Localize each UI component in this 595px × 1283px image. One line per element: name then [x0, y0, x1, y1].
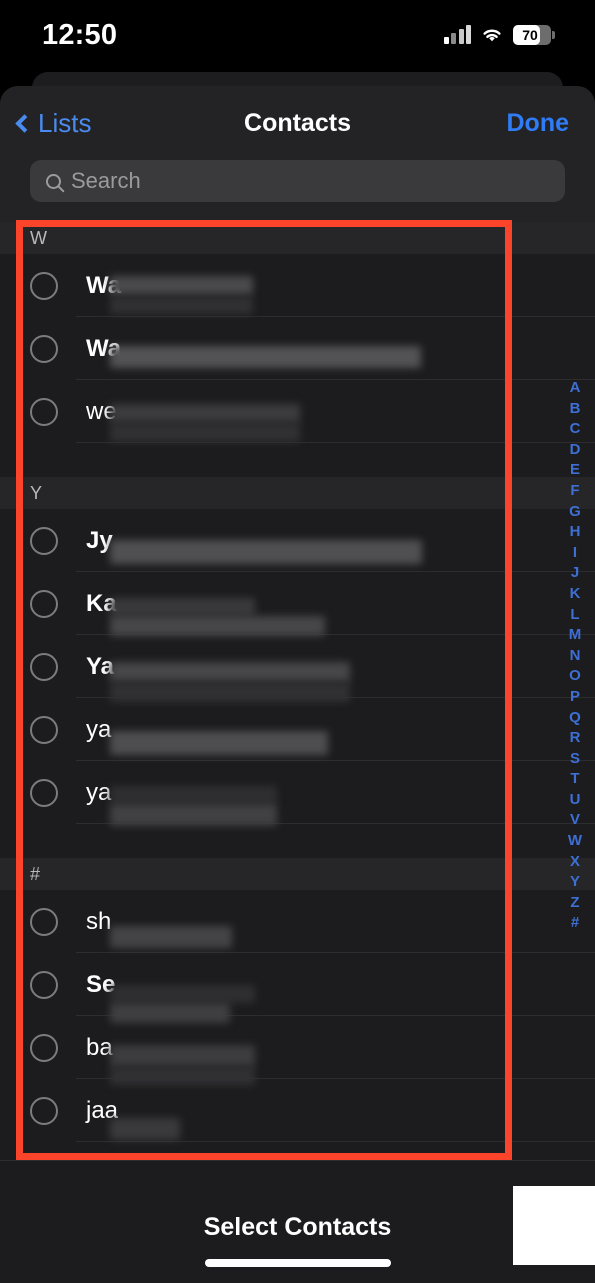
alphabet-index-letter[interactable]: X: [570, 852, 580, 873]
contact-name: Jy: [86, 526, 113, 554]
contact-row[interactable]: Jy: [0, 509, 595, 572]
alphabet-index-letter[interactable]: P: [570, 687, 580, 708]
alphabet-index-letter[interactable]: Z: [570, 893, 579, 914]
section-spacer: [0, 824, 595, 858]
contact-row[interactable]: ya: [0, 698, 595, 761]
contacts-sheet: Lists Contacts Done Search W Wa Wa we Y Jy Ka Y…: [0, 86, 595, 1283]
alphabet-index-letter[interactable]: O: [569, 666, 581, 687]
contact-row[interactable]: Wa: [0, 254, 595, 317]
section-header: #: [0, 858, 595, 890]
footer-bar: Select Contacts: [0, 1160, 595, 1283]
alphabet-index-letter[interactable]: E: [570, 460, 580, 481]
contact-checkbox-circle-icon[interactable]: [30, 652, 58, 681]
alphabet-index-letter[interactable]: C: [570, 419, 581, 440]
contact-row[interactable]: Ya: [0, 635, 595, 698]
alphabet-index-letter[interactable]: D: [570, 440, 581, 461]
section-header: W: [0, 222, 595, 254]
alphabet-index-letter[interactable]: A: [570, 378, 581, 399]
alphabet-index-letter[interactable]: U: [570, 790, 581, 811]
section-header: Y: [0, 477, 595, 509]
contact-checkbox-circle-icon[interactable]: [30, 271, 58, 300]
alphabet-index-letter[interactable]: Y: [570, 872, 580, 893]
contact-name: Ya: [86, 652, 115, 680]
contact-row[interactable]: we: [0, 380, 595, 443]
search-placeholder: Search: [71, 168, 141, 193]
alphabet-index-letter[interactable]: I: [573, 543, 577, 564]
contact-row[interactable]: ya: [0, 761, 595, 824]
contact-name: ya: [86, 715, 112, 743]
cellular-bars-icon: [443, 25, 471, 44]
contact-row[interactable]: sh: [0, 890, 595, 953]
alphabet-index-letter[interactable]: T: [570, 769, 579, 790]
contact-name: Wa: [86, 334, 122, 362]
contact-checkbox-circle-icon[interactable]: [30, 1033, 58, 1062]
alphabet-index-letter[interactable]: #: [571, 913, 579, 934]
alphabet-index-letter[interactable]: L: [570, 605, 579, 626]
contact-row[interactable]: Wa: [0, 317, 595, 380]
wifi-icon: [483, 29, 501, 42]
battery-level-text: 70: [522, 27, 538, 43]
contact-checkbox-circle-icon[interactable]: [30, 907, 58, 936]
alphabet-index-letter[interactable]: B: [570, 399, 581, 420]
contact-name: Ka: [86, 589, 117, 617]
home-indicator: [204, 1259, 391, 1267]
contact-name: ya: [86, 778, 112, 806]
contact-name: sh: [86, 907, 112, 935]
search-icon: [46, 173, 61, 189]
status-time: 12:50: [42, 18, 118, 51]
section-spacer: [0, 443, 595, 477]
footer-title: Select Contacts: [203, 1213, 392, 1241]
contact-row[interactable]: ba: [0, 1016, 595, 1079]
battery-icon: 70: [513, 25, 555, 45]
contact-checkbox-circle-icon[interactable]: [30, 715, 58, 744]
alphabet-index-letter[interactable]: M: [569, 625, 582, 646]
contact-name: jaa: [86, 1096, 119, 1124]
alphabet-index-letter[interactable]: H: [570, 522, 581, 543]
contact-checkbox-circle-icon[interactable]: [30, 526, 58, 555]
white-overlay-box: [513, 1186, 595, 1265]
alphabet-index-letter[interactable]: W: [568, 831, 582, 852]
alphabet-index-letter[interactable]: G: [569, 502, 581, 523]
alphabet-index-letter[interactable]: Q: [569, 708, 581, 729]
contact-checkbox-circle-icon[interactable]: [30, 778, 58, 807]
alphabet-index-letter[interactable]: V: [570, 810, 580, 831]
alphabet-index-letter[interactable]: S: [570, 749, 580, 770]
alphabet-index-letter[interactable]: K: [570, 584, 581, 605]
phone-screen: 12:50 70 Lists Contacts Done Search W Wa…: [0, 0, 595, 1283]
alphabet-index-letter[interactable]: F: [570, 481, 579, 502]
alphabet-index-letter[interactable]: J: [571, 563, 579, 584]
contact-row[interactable]: jaa: [0, 1079, 595, 1142]
navigation-bar: Lists Contacts Done: [0, 86, 595, 160]
contact-name: we: [86, 397, 117, 425]
contact-row[interactable]: Se: [0, 953, 595, 1016]
contact-checkbox-circle-icon[interactable]: [30, 397, 58, 426]
search-input[interactable]: Search: [30, 160, 565, 202]
contacts-list[interactable]: W Wa Wa we Y Jy Ka Ya ya ya # sh Se ba jaa: [0, 222, 595, 1162]
contact-checkbox-circle-icon[interactable]: [30, 334, 58, 363]
contact-name: ba: [86, 1033, 113, 1061]
alphabet-index[interactable]: A B C D E F G H I J K L M N O P Q R S T U V W X Y Z #: [562, 378, 588, 934]
status-bar: 12:50 70: [0, 0, 595, 70]
contact-name: Se: [86, 970, 116, 998]
contact-checkbox-circle-icon[interactable]: [30, 1096, 58, 1125]
done-button[interactable]: Done: [507, 109, 570, 138]
alphabet-index-letter[interactable]: R: [570, 728, 581, 749]
contact-row[interactable]: Ka: [0, 572, 595, 635]
contact-name: Wa: [86, 271, 122, 299]
contact-checkbox-circle-icon[interactable]: [30, 970, 58, 999]
contact-checkbox-circle-icon[interactable]: [30, 589, 58, 618]
status-indicators: 70: [443, 25, 555, 45]
search-bar-container: Search: [0, 160, 595, 222]
alphabet-index-letter[interactable]: N: [570, 646, 581, 667]
